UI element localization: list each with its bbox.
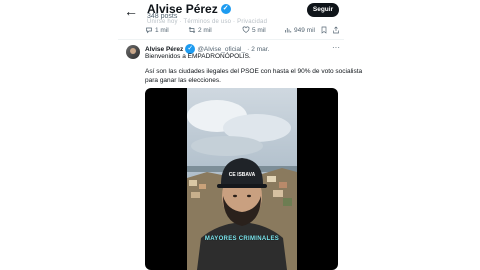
views-button[interactable]: 949 mil xyxy=(284,26,315,34)
back-arrow-icon[interactable]: ← xyxy=(124,3,140,19)
tweet-text-line: Así son las ciudades ilegales del PSOE c… xyxy=(145,68,363,75)
divider xyxy=(118,39,344,40)
views-icon xyxy=(285,28,292,33)
like-count: 5 mil xyxy=(252,26,266,34)
tweet-author-name[interactable]: Alvise Pérez xyxy=(145,46,183,53)
separator-dot: · xyxy=(247,45,250,53)
reply-icon xyxy=(146,27,152,34)
more-icon[interactable]: ··· xyxy=(332,43,340,52)
reply-button[interactable]: 1 mil xyxy=(145,26,169,34)
previous-tweet-actions: 1 mil 2 mil 5 mil 949 mil xyxy=(145,26,340,38)
repost-icon xyxy=(188,27,196,33)
reply-count: 1 mil xyxy=(155,26,169,34)
views-count: 949 mil xyxy=(294,26,315,34)
repost-button[interactable]: 2 mil xyxy=(188,26,212,34)
avatar[interactable] xyxy=(126,45,140,59)
tweet-author-handle[interactable]: @Alvise_oficial_ xyxy=(197,46,245,53)
heart-icon xyxy=(242,26,250,33)
tweet-text-line: Bienvenidos a EMPADRONÓPOLIS. xyxy=(145,53,251,60)
share-icon xyxy=(333,26,339,34)
video-frame: CE ISBAVA xyxy=(187,88,297,270)
follow-button[interactable]: Seguir xyxy=(307,3,339,17)
tweet-video[interactable]: CE ISBAVA MAYORES CRIMINALES xyxy=(145,88,338,270)
verified-badge-icon: ✓ xyxy=(220,4,231,14)
repost-count: 2 mil xyxy=(198,26,212,34)
like-button[interactable]: 5 mil xyxy=(242,26,266,34)
bookmark-button[interactable] xyxy=(320,26,328,34)
video-thumbnail: CE ISBAVA xyxy=(187,88,297,270)
bookmark-icon xyxy=(321,26,327,34)
cap-text: CE ISBAVA xyxy=(229,172,256,178)
faded-header-text: Unirse hoy · Términos de uso · Privacida… xyxy=(147,19,268,25)
share-button[interactable] xyxy=(332,26,340,34)
tweet-text-line: para ganar las elecciones. xyxy=(145,77,221,84)
profile-header: ← Alvise Pérez ✓ 348 posts Seguir Unirse… xyxy=(0,0,480,25)
tweet-date[interactable]: 2 mar. xyxy=(251,46,269,53)
video-caption: MAYORES CRIMINALES xyxy=(204,236,280,242)
